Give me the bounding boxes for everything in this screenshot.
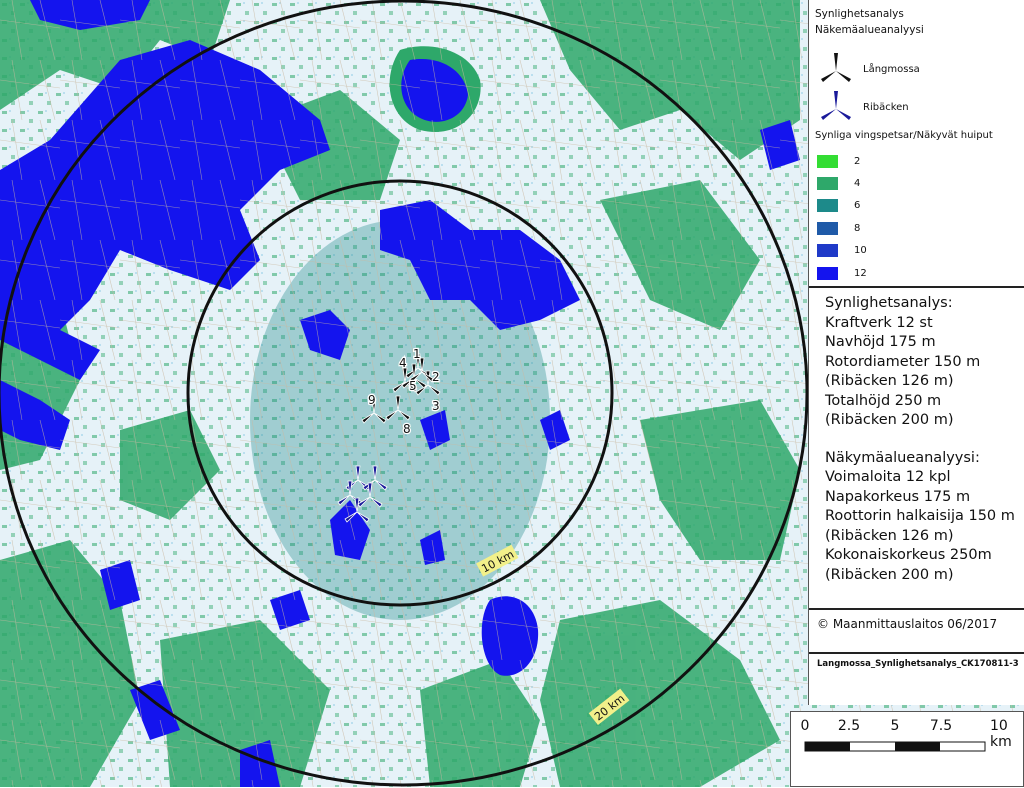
analysis-line: Näkymäalueanalyysi:: [825, 449, 980, 466]
legend-symbols: Synlighetsanalys Näkemäalueanalyysi Lång…: [809, 0, 1024, 288]
legend-class: 4: [817, 172, 867, 194]
analysis-line: (Ribäcken 126 m): [825, 527, 954, 544]
legend-analysis-text: Synlighetsanalys: Kraftverk 12 st Navhöj…: [809, 288, 1024, 610]
turbine-number: 9: [368, 393, 376, 407]
color-swatch: [817, 266, 838, 280]
analysis-line: Napakorkeus 175 m: [825, 488, 971, 505]
turbine-icon: [821, 53, 851, 82]
analysis-line: Roottorin halkaisija 150 m: [825, 508, 1015, 524]
analysis-line: Synlighetsanalys:: [825, 295, 953, 311]
legend-class: 2: [817, 150, 867, 172]
legend-class: 6: [817, 195, 867, 217]
map-legend: Synlighetsanalys Näkemäalueanalyysi Lång…: [808, 0, 1024, 705]
analysis-line: Navhöjd 175 m: [825, 334, 936, 350]
turbine-number: 3: [432, 399, 440, 413]
copyright-credit: © Maanmittauslaitos 06/2017: [809, 610, 1024, 654]
legend-class: 8: [817, 217, 867, 239]
turbine-number: 1: [413, 347, 421, 361]
legend-label-ribacken: Ribäcken: [863, 101, 909, 113]
scale-bar-graphic: [804, 741, 986, 752]
analysis-line: (Ribäcken 126 m): [825, 373, 954, 389]
analysis-fi: Näkymäalueanalyysi: Voimaloita 12 kpl Na…: [825, 449, 1024, 586]
color-swatch: [817, 221, 838, 235]
legend-class: 10: [817, 240, 867, 262]
analysis-sv: Synlighetsanalys: Kraftverk 12 st Navhöj…: [825, 294, 1024, 431]
color-swatch: [817, 199, 838, 213]
color-swatch: [817, 177, 838, 191]
legend-class-list: 2 4 6 8 10 12: [817, 150, 867, 284]
legend-item-langmossa: Långmossa: [819, 52, 920, 86]
legend-class: 12: [817, 262, 867, 284]
turbine-icon: [821, 91, 851, 120]
analysis-line: (Ribäcken 200 m): [825, 566, 954, 583]
analysis-line: Rotordiameter 150 m: [825, 353, 981, 370]
analysis-line: Kokonaiskorkeus 250m: [825, 547, 992, 563]
color-swatch: [817, 154, 838, 168]
legend-classes-title: Synliga vingspetsar/Näkyvät huiput: [815, 130, 993, 141]
analysis-line: (Ribäcken 200 m): [825, 412, 954, 428]
legend-title-sv: Synlighetsanalys: [815, 8, 904, 20]
analysis-line: Voimaloita 12 kpl: [825, 469, 951, 485]
map-reference-id: Langmossa_Synlighetsanalys_CK170811-3: [817, 659, 1019, 669]
analysis-line: Kraftverk 12 st: [825, 314, 933, 331]
scale-bar: 0 2.5 5 7.5 10 km: [790, 711, 1024, 787]
legend-item-ribacken: Ribäcken: [819, 90, 909, 124]
turbine-number: 5: [409, 379, 417, 393]
legend-title-fi: Näkemäalueanalyysi: [815, 24, 924, 36]
color-swatch: [817, 244, 838, 258]
turbine-number: 8: [403, 422, 411, 436]
analysis-line: Totalhöjd 250 m: [825, 392, 942, 409]
turbine-number: 4: [399, 356, 407, 370]
legend-label-langmossa: Långmossa: [863, 63, 920, 75]
turbine-number: 2: [432, 370, 440, 384]
